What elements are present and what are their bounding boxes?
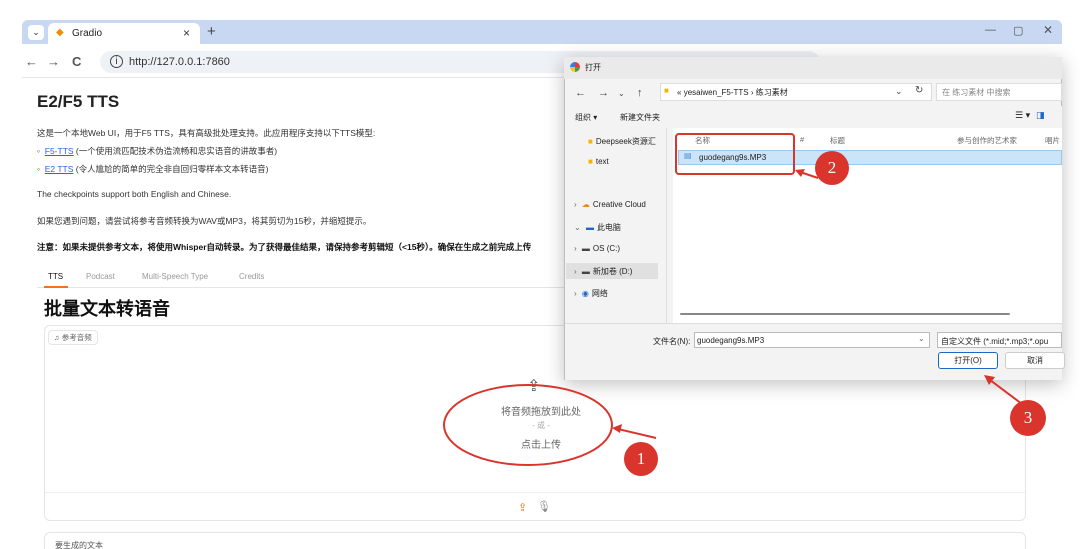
annotation-arrow-1 <box>617 428 657 439</box>
annotation-ellipse-dropzone <box>443 384 613 466</box>
annotation-arrowhead-1 <box>612 424 622 433</box>
annotation-overlay <box>443 133 1023 466</box>
annotation-step-3: 3 <box>1010 400 1046 436</box>
screenshot-frame: ⌄ ◆ Gradio × + — ▢ ✕ ← → C i http://127.… <box>0 0 1080 549</box>
annotation-arrow-3 <box>989 379 1023 405</box>
annotation-step-2: 2 <box>815 151 849 185</box>
annotation-step-1: 1 <box>624 442 658 476</box>
annotation-rect-file <box>675 133 795 175</box>
